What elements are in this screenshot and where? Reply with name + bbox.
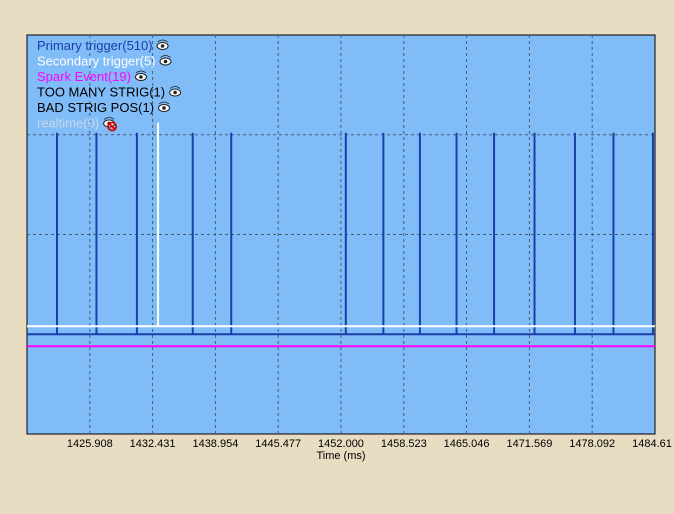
- legend-label: BAD STRIG POS(1): [37, 100, 154, 115]
- legend-item[interactable]: BAD STRIG POS(1): [37, 100, 171, 115]
- x-tick-label: 1484.61: [632, 438, 672, 450]
- legend-item[interactable]: Primary trigger(510): [37, 38, 169, 53]
- legend-label: TOO MANY STRIG(1): [37, 85, 165, 100]
- legend-item[interactable]: Secondary trigger(5): [37, 54, 172, 69]
- legend-label: Secondary trigger(5): [37, 54, 156, 69]
- x-axis-ticks: 1425.908 1432.431 1438.954 1445.477 1452.000…: [67, 438, 672, 450]
- legend-label: Primary trigger(510): [37, 38, 153, 53]
- legend-label: Spark Event(19): [37, 69, 131, 84]
- x-tick-label: 1438.954: [192, 438, 238, 450]
- legend-label: realtime(0): [37, 116, 99, 131]
- x-axis-label: Time (ms): [316, 450, 365, 462]
- legend-item[interactable]: TOO MANY STRIG(1): [37, 85, 182, 100]
- x-tick-label: 1471.569: [506, 438, 552, 450]
- x-tick-label: 1478.092: [569, 438, 615, 450]
- x-tick-label: 1425.908: [67, 438, 113, 450]
- x-tick-label: 1432.431: [130, 438, 176, 450]
- x-tick-label: 1452.000: [318, 438, 364, 450]
- x-tick-label: 1445.477: [255, 438, 301, 450]
- legend-item[interactable]: Spark Event(19): [37, 69, 147, 84]
- x-tick-label: 1458.523: [381, 438, 427, 450]
- x-tick-label: 1465.046: [444, 438, 490, 450]
- chart-svg: 1425.908 1432.431 1438.954 1445.477 1452.000…: [26, 34, 672, 462]
